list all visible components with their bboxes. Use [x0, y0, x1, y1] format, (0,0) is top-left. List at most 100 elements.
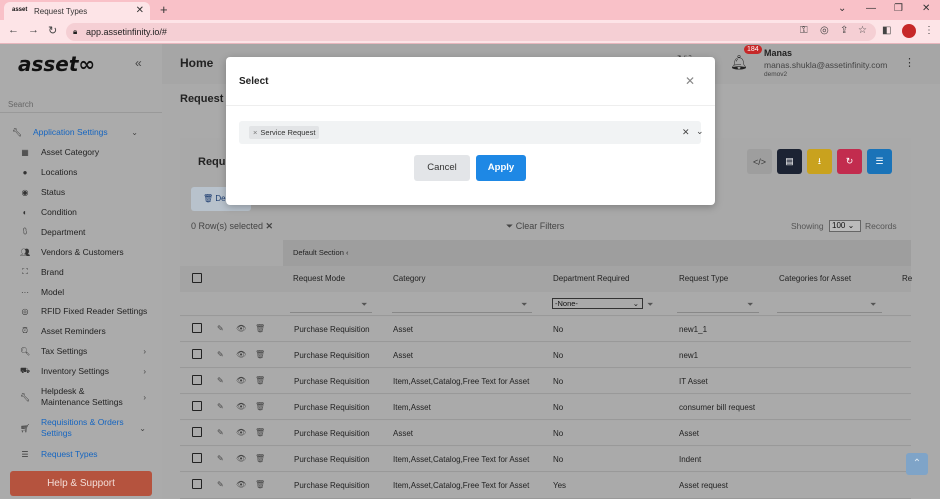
help-support-button[interactable]: Help & Support: [10, 471, 152, 496]
sidebar-item-vendors[interactable]: 👥︎ Vendors & Customers: [20, 245, 160, 259]
document-icon[interactable]: ▤: [777, 149, 802, 174]
col-request-mode[interactable]: Request Mode: [293, 274, 345, 283]
filter-input-categories-for-asset[interactable]: [777, 312, 882, 313]
view-icon[interactable]: 👁︎: [236, 428, 246, 437]
url-input[interactable]: 🔒︎ app.assetinfinity.io/#: [66, 23, 876, 41]
clear-selection-icon[interactable]: ✕: [266, 221, 274, 231]
trash-icon[interactable]: 🗑︎: [255, 480, 265, 489]
forward-icon[interactable]: →: [28, 24, 39, 36]
cancel-button[interactable]: Cancel: [414, 155, 470, 181]
table-row[interactable]: ✎ 👁︎ 🗑︎ Purchase Requisition Asset No ne…: [180, 317, 911, 342]
edit-icon[interactable]: ✎: [217, 480, 224, 489]
filter-input-category[interactable]: [392, 312, 532, 313]
page-size-select[interactable]: 100 ⌄: [829, 220, 861, 232]
sidebar-item-helpdesk[interactable]: 🔧︎ Helpdesk & Maintenance Settings ›: [20, 384, 160, 410]
sidebar-item-asset-category[interactable]: ▦ Asset Category: [20, 145, 160, 159]
table-row[interactable]: ✎ 👁︎ 🗑︎ Purchase Requisition Item,Asset,…: [180, 473, 911, 499]
new-tab-icon[interactable]: +: [160, 2, 168, 17]
bookmark-star-icon[interactable]: ☆: [858, 25, 867, 36]
browser-tab[interactable]: asset Request Types ✕: [4, 2, 150, 20]
sidebar-item-condition[interactable]: ◐ Condition: [20, 205, 160, 219]
chip-remove-icon[interactable]: ×: [253, 128, 257, 137]
edit-icon[interactable]: ✎: [217, 454, 224, 463]
view-icon[interactable]: 👁︎: [236, 480, 246, 489]
edit-icon[interactable]: ✎: [217, 350, 224, 359]
maximize-icon[interactable]: ❐: [894, 3, 903, 14]
department-filter-select[interactable]: -None- ⌄: [552, 298, 643, 309]
view-icon[interactable]: 👁︎: [236, 350, 246, 359]
filter-icon[interactable]: ⏷: [870, 300, 876, 310]
bell-icon[interactable]: 🔔︎: [730, 54, 748, 71]
refresh-icon[interactable]: ↻: [837, 149, 862, 174]
sidebar-item-locations[interactable]: ● Locations: [20, 165, 160, 179]
sidebar-item-request-types[interactable]: ☰ Request Types: [20, 447, 160, 461]
filter-icon[interactable]: ⏷: [361, 300, 367, 310]
request-type-multiselect[interactable]: × Service Request ✕ ⌄: [239, 121, 704, 144]
close-icon[interactable]: ✕: [685, 74, 695, 88]
trash-icon[interactable]: 🗑︎: [255, 454, 265, 463]
sidebar-search[interactable]: Search: [8, 100, 33, 109]
view-icon[interactable]: 👁︎: [236, 376, 246, 385]
sidebar-item-tax-settings[interactable]: 🔍︎ Tax Settings ›: [20, 344, 160, 358]
view-icon[interactable]: 👁︎: [236, 402, 246, 411]
row-checkbox[interactable]: [192, 349, 202, 359]
edit-icon[interactable]: ✎: [217, 324, 224, 333]
col-categories-for-asset[interactable]: Categories for Asset: [779, 274, 851, 283]
apply-button[interactable]: Apply: [476, 155, 526, 181]
section-header[interactable]: Default Section ‹: [283, 240, 911, 266]
home-link[interactable]: Home: [180, 56, 213, 70]
table-row[interactable]: ✎ 👁︎ 🗑︎ Purchase Requisition Asset No As…: [180, 421, 911, 446]
trash-icon[interactable]: 🗑︎: [255, 324, 265, 333]
table-row[interactable]: ✎ 👁︎ 🗑︎ Purchase Requisition Item,Asset …: [180, 395, 911, 420]
clear-icon[interactable]: ✕: [682, 127, 690, 138]
trash-icon[interactable]: 🗑︎: [255, 376, 265, 385]
minimize-icon[interactable]: —: [866, 3, 876, 14]
table-row[interactable]: ✎ 👁︎ 🗑︎ Purchase Requisition Item,Asset,…: [180, 369, 911, 394]
view-icon[interactable]: 👁︎: [236, 454, 246, 463]
key-icon[interactable]: ⚿: [800, 25, 808, 36]
window-close-icon[interactable]: ✕: [922, 3, 930, 14]
google-lens-icon[interactable]: ◎: [820, 25, 829, 36]
edit-icon[interactable]: ✎: [217, 428, 224, 437]
col-request-type[interactable]: Request Type: [679, 274, 728, 283]
list-view-icon[interactable]: ☰: [867, 149, 892, 174]
filter-icon[interactable]: ⏷: [521, 300, 527, 310]
trash-icon[interactable]: 🗑︎: [255, 402, 265, 411]
row-checkbox[interactable]: [192, 375, 202, 385]
profile-avatar-icon[interactable]: [902, 24, 916, 38]
edit-icon[interactable]: ✎: [217, 376, 224, 385]
trash-icon[interactable]: 🗑︎: [255, 350, 265, 359]
table-row[interactable]: ✎ 👁︎ 🗑︎ Purchase Requisition Asset No ne…: [180, 343, 911, 368]
filter-icon[interactable]: ⏷: [747, 300, 753, 310]
row-checkbox[interactable]: [192, 453, 202, 463]
row-checkbox[interactable]: [192, 323, 202, 333]
code-icon[interactable]: </>: [747, 149, 772, 174]
col-truncated[interactable]: Re: [902, 274, 912, 283]
sidebar-item-department[interactable]: ⩇ Department: [20, 225, 160, 239]
col-department-required[interactable]: Department Required: [553, 274, 629, 283]
back-icon[interactable]: ←: [8, 24, 19, 36]
table-row[interactable]: ✎ 👁︎ 🗑︎ Purchase Requisition Item,Asset,…: [180, 447, 911, 472]
sidebar-item-status[interactable]: ◉ Status: [20, 185, 160, 199]
selected-chip[interactable]: × Service Request: [249, 126, 320, 139]
tab-close-icon[interactable]: ✕: [136, 5, 144, 16]
sidebar-item-rfid[interactable]: ◎ RFID Fixed Reader Settings: [20, 304, 160, 318]
row-checkbox[interactable]: [192, 401, 202, 411]
filter-input-request-type[interactable]: [677, 312, 759, 313]
filter-icon[interactable]: ⏷: [647, 300, 653, 310]
sidebar-item-asset-reminders[interactable]: ⏰︎ Asset Reminders: [20, 324, 160, 338]
sidebar-item-model[interactable]: ··· Model: [20, 285, 160, 299]
row-checkbox[interactable]: [192, 427, 202, 437]
tab-search-icon[interactable]: ⌄: [838, 3, 846, 14]
side-panel-icon[interactable]: ◧: [882, 25, 891, 36]
edit-icon[interactable]: ✎: [217, 402, 224, 411]
view-icon[interactable]: 👁︎: [236, 324, 246, 333]
chevron-down-icon[interactable]: ⌄: [696, 126, 704, 137]
collapse-sidebar-icon[interactable]: «: [135, 56, 142, 70]
filter-input-request-mode[interactable]: [290, 312, 372, 313]
sidebar-item-requisitions[interactable]: 🛒︎ Requisitions & Orders Settings ⌄: [20, 415, 160, 441]
select-all-checkbox[interactable]: [192, 273, 202, 283]
clear-filters-button[interactable]: ⏷ Clear Filters: [506, 221, 564, 232]
scroll-to-top-button[interactable]: ⌃: [906, 453, 928, 475]
row-checkbox[interactable]: [192, 479, 202, 489]
